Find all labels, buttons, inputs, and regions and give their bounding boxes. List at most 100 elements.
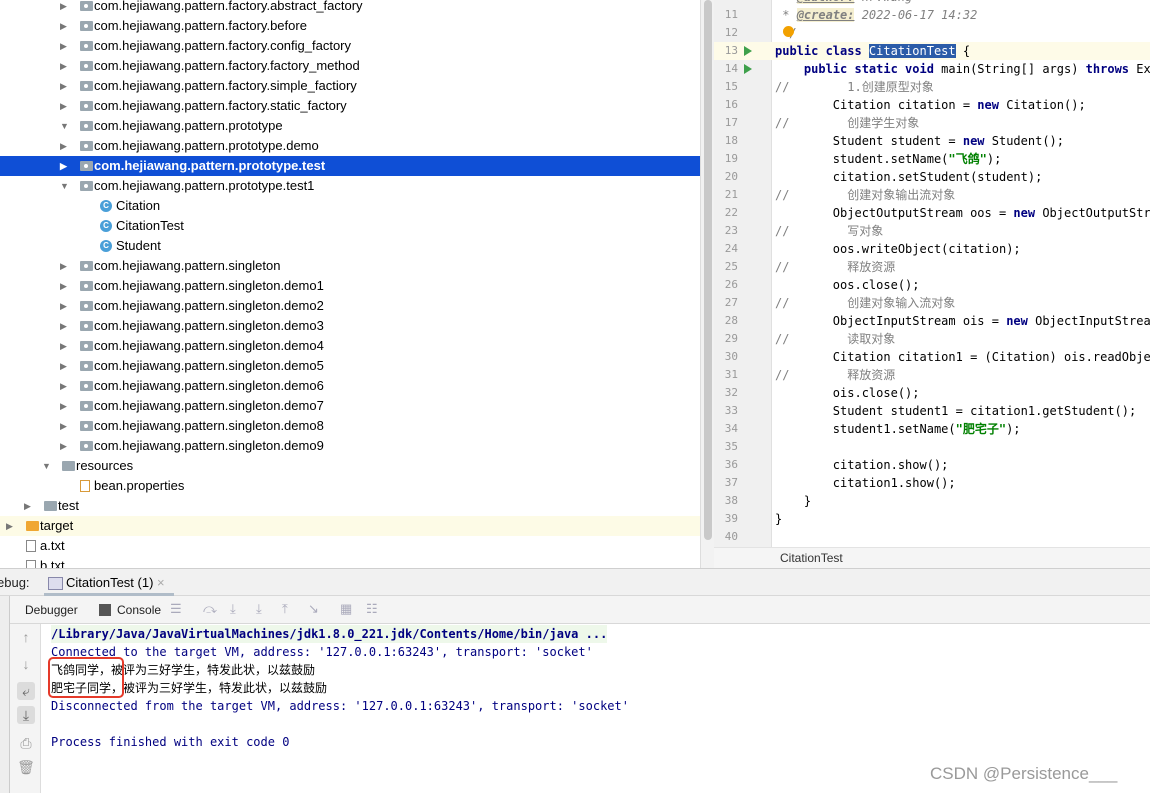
run-gutter-icon[interactable] [744,46,752,56]
code-line[interactable]: 12 */ [714,24,1150,42]
code-line[interactable]: 19 student.setName("飞鸽"); [714,150,1150,168]
chevron-right-icon[interactable]: ▶ [60,16,67,36]
chevron-right-icon[interactable]: ▶ [60,96,67,116]
step-over-icon[interactable]: ⤼ [203,601,217,617]
print-icon[interactable]: ⎙ [17,734,35,752]
code-line[interactable]: 18 Student student = new Student(); [714,132,1150,150]
code-line[interactable]: 30 Citation citation1 = (Citation) ois.r… [714,348,1150,366]
down-arrow-icon[interactable]: ↓ [17,655,35,673]
run-gutter-icon[interactable] [744,64,752,74]
code-line[interactable]: 40 [714,528,1150,546]
soft-wrap-icon[interactable]: ⤶ [17,682,35,700]
tree-row[interactable]: ▶ com.hejiawang.pattern.prototype.test [0,156,700,176]
code-line[interactable]: 38 } [714,492,1150,510]
code-editor[interactable]: 10 * @author: hr.wang11 * @create: 2022-… [714,0,1150,547]
tree-row[interactable]: ▶ com.hejiawang.pattern.factory.factory_m… [0,56,700,76]
tree-row[interactable]: ▶ com.hejiawang.pattern.singleton.demo7 [0,396,700,416]
tree-row[interactable]: ▶ com.hejiawang.pattern.singleton.demo8 [0,416,700,436]
tree-scrollbar[interactable] [700,0,714,568]
tree-row[interactable]: ▶ test [0,496,700,516]
force-step-into-icon[interactable]: ⤓ [256,601,262,617]
chevron-right-icon[interactable]: ▶ [60,36,67,56]
chevron-right-icon[interactable]: ▶ [60,76,67,96]
chevron-right-icon[interactable]: ▶ [60,336,67,356]
tree-row[interactable]: ▶ com.hejiawang.pattern.singleton.demo9 [0,436,700,456]
tree-row[interactable]: a.txt [0,536,700,556]
tree-row[interactable]: ▶ com.hejiawang.pattern.singleton.demo4 [0,336,700,356]
trash-icon[interactable]: 🗑 [17,758,35,776]
tab-debugger[interactable]: Debugger [25,603,78,617]
tree-row[interactable]: ▶ com.hejiawang.pattern.singleton [0,256,700,276]
chevron-right-icon[interactable]: ▶ [60,0,67,16]
code-line[interactable]: 22 ObjectOutputStream oos = new ObjectOu… [714,204,1150,222]
chevron-down-icon[interactable]: ▼ [60,176,69,196]
tree-row[interactable]: ▶ target [0,516,700,536]
code-line[interactable]: 16 Citation citation = new Citation(); [714,96,1150,114]
chevron-right-icon[interactable]: ▶ [60,296,67,316]
code-line[interactable]: 21 // 创建对象输出流对象 [714,186,1150,204]
close-icon[interactable]: × [157,575,165,590]
trace-icon[interactable]: ☷ [366,601,378,617]
code-line[interactable]: 26 oos.close(); [714,276,1150,294]
tree-row[interactable]: ▶ com.hejiawang.pattern.singleton.demo3 [0,316,700,336]
code-line[interactable]: 17 // 创建学生对象 [714,114,1150,132]
code-line[interactable]: 11 * @create: 2022-06-17 14:32 [714,6,1150,24]
chevron-right-icon[interactable]: ▶ [60,376,67,396]
tree-row[interactable]: ▶ com.hejiawang.pattern.factory.simple_fa… [0,76,700,96]
scrollbar-thumb[interactable] [704,0,712,540]
tree-row[interactable]: ▶ com.hejiawang.pattern.singleton.demo2 [0,296,700,316]
tree-row[interactable]: C CitationTest [0,216,700,236]
tree-row[interactable]: ▶ com.hejiawang.pattern.factory.before [0,16,700,36]
tree-row[interactable]: C Student [0,236,700,256]
code-line[interactable]: 13 public class CitationTest { [714,42,1150,60]
tree-row[interactable]: ▶ com.hejiawang.pattern.factory.config_fa… [0,36,700,56]
tree-row[interactable]: ▶ com.hejiawang.pattern.factory.static_fa… [0,96,700,116]
editor-breadcrumb[interactable]: CitationTest [714,547,1150,568]
step-into-icon[interactable]: ⤓ [230,601,236,617]
chevron-right-icon[interactable]: ▶ [60,136,67,156]
debug-session-tab[interactable]: CitationTest (1) × [44,569,174,596]
chevron-right-icon[interactable]: ▶ [60,396,67,416]
code-line[interactable]: 28 ObjectInputStream ois = new ObjectInp… [714,312,1150,330]
code-line[interactable]: 34 student1.setName("肥宅子"); [714,420,1150,438]
chevron-right-icon[interactable]: ▶ [60,416,67,436]
tree-row[interactable]: ▼ com.hejiawang.pattern.prototype.test1 [0,176,700,196]
tree-row[interactable]: ▶ com.hejiawang.pattern.singleton.demo1 [0,276,700,296]
up-arrow-icon[interactable]: ↑ [17,628,35,646]
scroll-to-end-icon[interactable]: ⤓ [17,706,35,724]
tree-row[interactable]: ▼ resources [0,456,700,476]
chevron-right-icon[interactable]: ▶ [60,316,67,336]
chevron-right-icon[interactable]: ▶ [60,276,67,296]
tree-row[interactable]: ▼ com.hejiawang.pattern.prototype [0,116,700,136]
chevron-right-icon[interactable]: ▶ [6,516,13,536]
evaluate-icon[interactable]: ▦ [340,601,352,617]
code-line[interactable]: 31 // 释放资源 [714,366,1150,384]
chevron-right-icon[interactable]: ▶ [60,256,67,276]
lightbulb-icon[interactable] [783,26,794,37]
tree-row[interactable]: ▶ com.hejiawang.pattern.singleton.demo6 [0,376,700,396]
chevron-right-icon[interactable]: ▶ [60,56,67,76]
code-line[interactable]: 15 // 1.创建原型对象 [714,78,1150,96]
chevron-right-icon[interactable]: ▶ [24,496,31,516]
chevron-down-icon[interactable]: ▼ [42,456,51,476]
run-to-cursor-icon[interactable]: ↘ [308,601,319,617]
code-line[interactable]: 36 citation.show(); [714,456,1150,474]
menu-icon[interactable]: ☰ [170,601,182,617]
code-line[interactable]: 23 // 写对象 [714,222,1150,240]
step-out-icon[interactable]: ⤒ [282,601,288,617]
code-line[interactable]: 37 citation1.show(); [714,474,1150,492]
code-line[interactable]: 14 public static void main(String[] args… [714,60,1150,78]
code-line[interactable]: 35 [714,438,1150,456]
tree-row[interactable]: ▶ com.hejiawang.pattern.prototype.demo [0,136,700,156]
code-line[interactable]: 27 // 创建对象输入流对象 [714,294,1150,312]
chevron-down-icon[interactable]: ▼ [60,116,69,136]
code-line[interactable]: 29 // 读取对象 [714,330,1150,348]
tab-console[interactable]: Console [117,603,161,617]
tree-row[interactable]: ▶ com.hejiawang.pattern.singleton.demo5 [0,356,700,376]
chevron-right-icon[interactable]: ▶ [60,156,67,176]
code-line[interactable]: 32 ois.close(); [714,384,1150,402]
tree-row[interactable]: ▶ com.hejiawang.pattern.factory.abstract_… [0,0,700,16]
code-line[interactable]: 20 citation.setStudent(student); [714,168,1150,186]
chevron-right-icon[interactable]: ▶ [60,436,67,456]
tree-row[interactable]: C Citation [0,196,700,216]
